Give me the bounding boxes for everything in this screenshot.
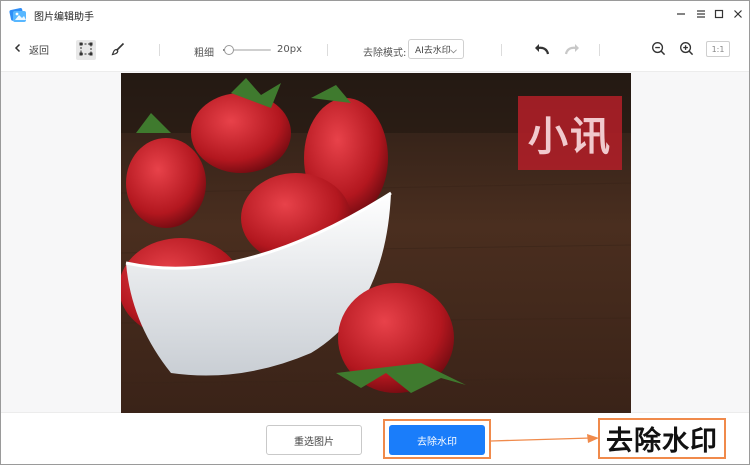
rectangle-select-icon: [79, 41, 93, 60]
image-canvas: 小讯: [1, 71, 749, 413]
watermark-overlay[interactable]: 小讯: [518, 96, 622, 170]
close-icon[interactable]: [730, 6, 746, 22]
remove-mode-select[interactable]: AI去水印: [408, 39, 464, 59]
zoom-in-button[interactable]: [676, 40, 696, 60]
thickness-slider-handle[interactable]: [223, 45, 234, 55]
toolbar-divider: [327, 44, 328, 56]
thickness-slider[interactable]: [223, 45, 271, 55]
redo-icon: [564, 41, 580, 60]
brush-icon: [111, 41, 125, 60]
picture-editor-app-icon: [9, 6, 27, 24]
zoom-out-icon: [651, 41, 666, 60]
chevron-down-icon: [450, 47, 457, 57]
back-button[interactable]: 返回: [13, 42, 49, 57]
app-window: 图片编辑助手 返回 粗细 20px 去除模式: AI去水印 1:1 小讯 重选图…: [0, 0, 750, 465]
toolbar-divider: [599, 44, 600, 56]
toolbar: 返回 粗细 20px 去除模式: AI去水印 1:1: [1, 35, 749, 65]
minimize-icon[interactable]: [673, 6, 689, 22]
annotation-arrow: [491, 434, 599, 443]
strawberry-photo[interactable]: 小讯: [121, 73, 631, 413]
back-label: 返回: [29, 46, 49, 57]
remove-mode-label: 去除模式:: [363, 48, 407, 59]
brush-tool[interactable]: [108, 40, 128, 60]
remove-watermark-button[interactable]: 去除水印: [389, 425, 485, 455]
undo-button[interactable]: [532, 40, 552, 60]
annotation-callout: 去除水印: [598, 418, 726, 459]
actual-size-button[interactable]: 1:1: [706, 41, 730, 57]
menu-icon[interactable]: [693, 6, 709, 22]
app-title: 图片编辑助手: [34, 12, 94, 23]
zoom-out-button[interactable]: [648, 40, 668, 60]
redo-button[interactable]: [562, 40, 582, 60]
thickness-value: 20px: [277, 44, 302, 55]
undo-icon: [534, 41, 550, 60]
toolbar-divider: [159, 44, 160, 56]
chevron-left-icon: [13, 43, 29, 56]
toolbar-divider: [501, 44, 502, 56]
remove-mode-value: AI去水印: [415, 45, 451, 56]
title-bar: 图片编辑助手: [1, 1, 749, 29]
reselect-image-button[interactable]: 重选图片: [266, 425, 362, 455]
thickness-label: 粗细: [194, 48, 214, 59]
zoom-in-icon: [679, 41, 694, 60]
maximize-icon[interactable]: [711, 6, 727, 22]
rectangle-select-tool[interactable]: [76, 40, 96, 60]
